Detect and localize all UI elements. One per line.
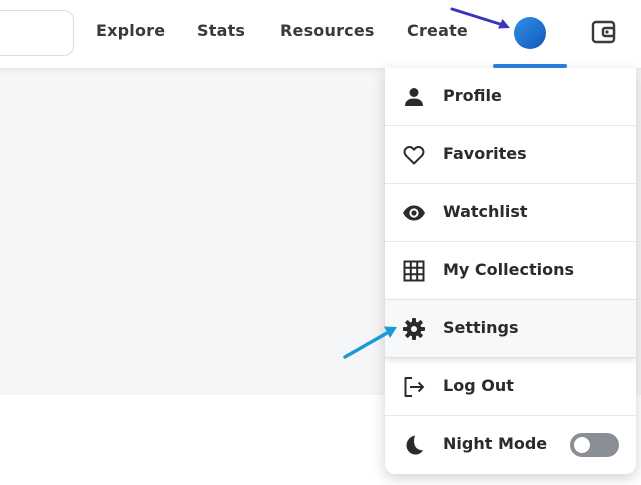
eye-icon xyxy=(402,201,426,225)
nav-link-stats[interactable]: Stats xyxy=(197,21,245,40)
annotation-arrow-settings xyxy=(343,326,397,359)
wallet-icon[interactable] xyxy=(590,18,618,46)
menu-label-favorites: Favorites xyxy=(443,144,527,163)
top-navbar: Explore Stats Resources Create xyxy=(0,0,641,69)
menu-item-profile[interactable]: Profile xyxy=(385,68,636,126)
menu-label-log-out: Log Out xyxy=(443,376,514,395)
night-mode-toggle[interactable] xyxy=(570,433,619,457)
nav-link-resources[interactable]: Resources xyxy=(280,21,375,40)
menu-item-night-mode: Night Mode xyxy=(385,416,636,474)
profile-dropdown-menu: Profile Favorites Watchlist My Collectio… xyxy=(385,68,636,474)
toggle-knob xyxy=(574,437,590,453)
menu-label-profile: Profile xyxy=(443,86,502,105)
search-input[interactable] xyxy=(0,10,74,56)
heart-icon xyxy=(402,143,426,167)
menu-item-my-collections[interactable]: My Collections xyxy=(385,242,636,300)
menu-item-favorites[interactable]: Favorites xyxy=(385,126,636,184)
nav-link-explore[interactable]: Explore xyxy=(96,21,165,40)
annotation-arrow-avatar xyxy=(450,7,510,29)
logout-icon xyxy=(402,375,426,399)
menu-item-watchlist[interactable]: Watchlist xyxy=(385,184,636,242)
menu-label-my-collections: My Collections xyxy=(443,260,574,279)
gear-icon xyxy=(402,317,426,341)
menu-label-watchlist: Watchlist xyxy=(443,202,528,221)
menu-item-settings[interactable]: Settings xyxy=(385,300,636,358)
menu-label-settings: Settings xyxy=(443,318,519,337)
moon-icon xyxy=(402,433,426,457)
menu-item-log-out[interactable]: Log Out xyxy=(385,358,636,416)
grid-icon xyxy=(402,259,426,283)
person-icon xyxy=(402,85,426,109)
menu-label-night-mode: Night Mode xyxy=(443,434,548,453)
